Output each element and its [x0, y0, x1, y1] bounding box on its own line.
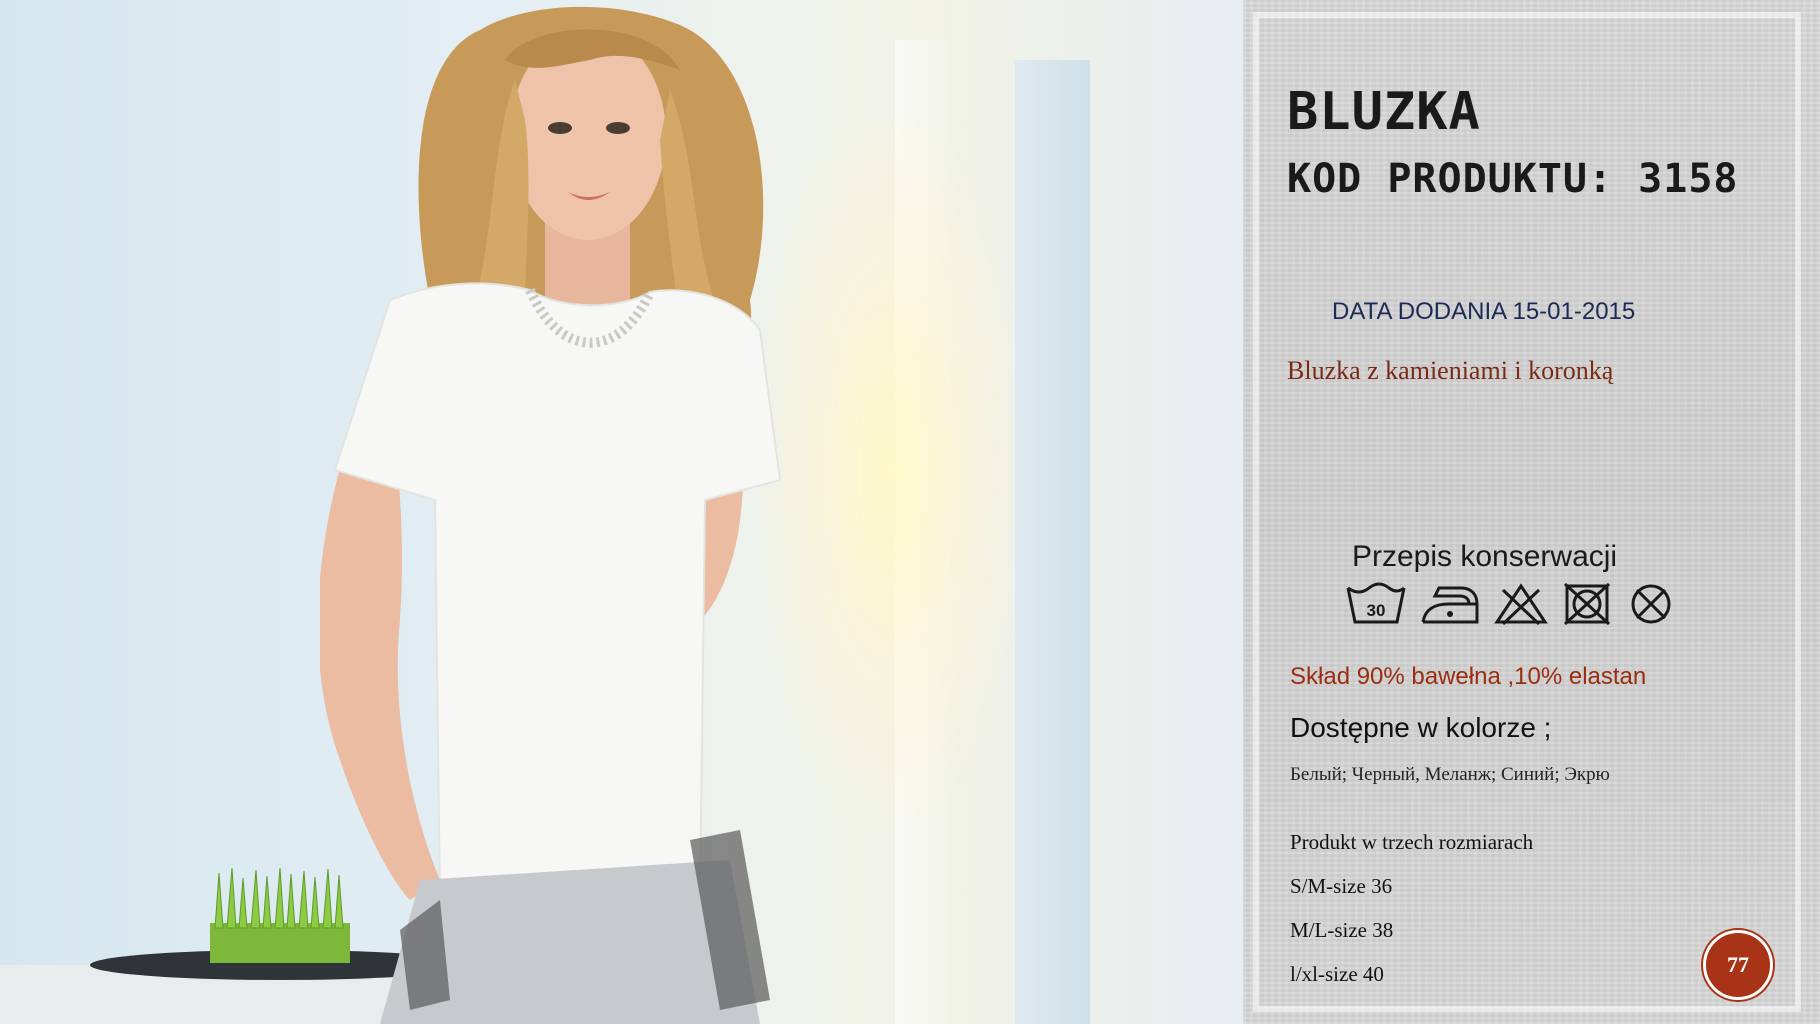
product-description: Bluzka z kamieniami i koronką	[1287, 356, 1614, 385]
available-colors-list: Белый; Черный, Меланж; Синий; Экрю	[1290, 764, 1610, 785]
size-item: M/L-size 38	[1290, 918, 1394, 942]
fabric-composition: Skład 90% bawełna ,10% elastan	[1290, 663, 1647, 690]
date-value: 15-01-2015	[1512, 298, 1636, 325]
svg-text:30: 30	[1367, 601, 1386, 620]
date-label: DATA DODANIA	[1332, 298, 1506, 325]
product-title: BLUZKA	[1287, 82, 1481, 142]
care-icons: 30	[1345, 582, 1681, 626]
no-dry-clean-icon	[1631, 584, 1671, 624]
background-pillar	[1015, 60, 1090, 1024]
product-code: KOD PRODUKTU: 3158	[1287, 156, 1739, 202]
slide: BLUZKA KOD PRODUKTU: 3158 DATA DODANIA 1…	[0, 0, 1820, 1024]
date-added: DATA DODANIA 15-01-2015	[1332, 298, 1635, 326]
size-item: l/xl-size 40	[1290, 962, 1384, 986]
model-figure	[320, 6, 782, 1024]
size-item: S/M-size 36	[1290, 874, 1393, 898]
care-instructions-title: Przepis konserwacji	[1352, 540, 1618, 573]
product-photo	[0, 0, 1243, 1024]
no-bleach-icon	[1494, 583, 1548, 626]
sizes-title: Produkt w trzech rozmiarach	[1290, 830, 1534, 854]
wash-30-icon: 30	[1346, 582, 1406, 624]
available-colors-title: Dostępne w kolorze ;	[1290, 712, 1552, 743]
page-number-badge: 77	[1703, 930, 1773, 1000]
info-panel	[1243, 0, 1820, 1024]
iron-low-icon	[1421, 586, 1479, 624]
no-tumble-dry-icon	[1563, 582, 1611, 626]
